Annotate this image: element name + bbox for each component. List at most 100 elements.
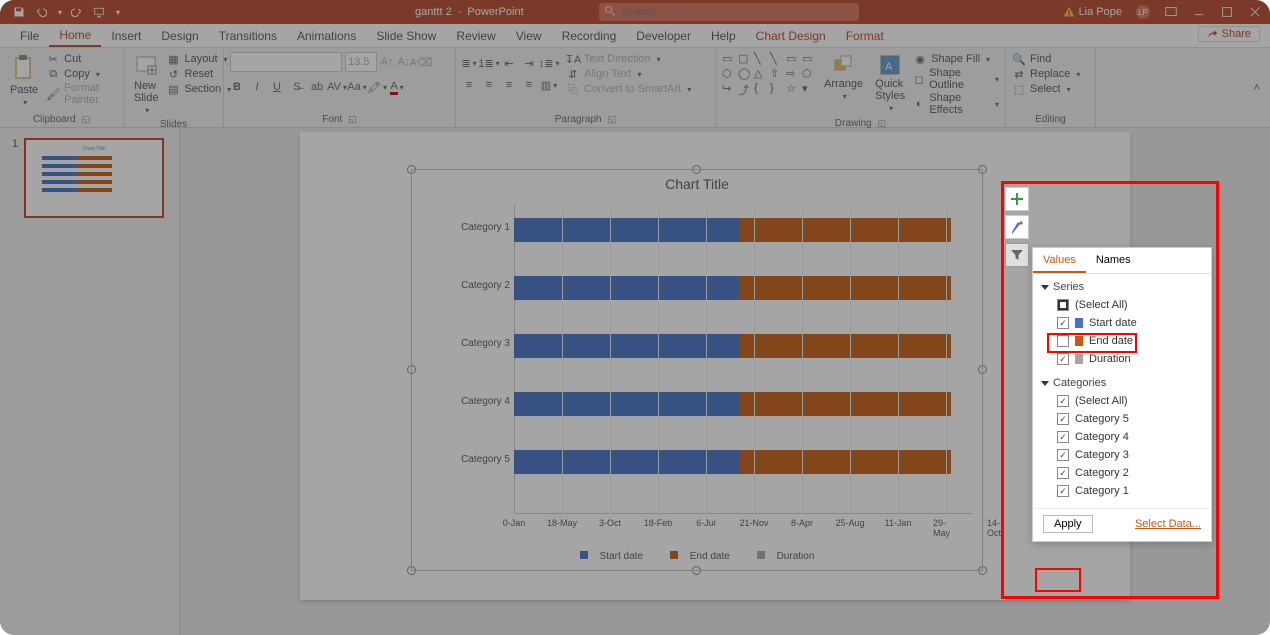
indent-inc-icon[interactable]: ⇥ (522, 56, 536, 70)
chart-plot-area[interactable]: Category 1 Category 2 Category 3 Categor… (454, 204, 972, 514)
chart-styles-button[interactable] (1005, 215, 1029, 239)
tab-insert[interactable]: Insert (101, 25, 151, 47)
underline-icon[interactable]: U (270, 80, 284, 94)
cut-button[interactable]: ✂Cut (46, 52, 117, 66)
tab-transitions[interactable]: Transitions (209, 25, 287, 47)
align-right-icon[interactable]: ≡ (502, 78, 516, 92)
tab-file[interactable]: File (10, 25, 49, 47)
filter-cat-1[interactable]: Category 1 (1041, 482, 1203, 500)
paragraph-launcher[interactable]: ◱ (608, 114, 617, 125)
new-slide-button[interactable]: New Slide▾ (130, 52, 162, 117)
filter-tab-names[interactable]: Names (1086, 248, 1141, 273)
share-button[interactable]: Share (1198, 26, 1260, 42)
quick-styles-button[interactable]: AQuick Styles▾ (871, 52, 909, 115)
sync-warning[interactable]: Lia Pope (1063, 6, 1122, 18)
columns-icon[interactable]: ▥▾ (542, 78, 556, 92)
y-label-cat5: Category 5 (454, 454, 510, 465)
tab-home[interactable]: Home (49, 24, 101, 47)
layout-button[interactable]: ▦Layout▾ (166, 52, 231, 66)
font-color-icon[interactable]: A▾ (390, 80, 404, 94)
chart-legend[interactable]: Start date End date Duration (412, 551, 982, 562)
select-button[interactable]: ⬚Select▾ (1012, 82, 1080, 96)
filter-cat-3[interactable]: Category 3 (1041, 446, 1203, 464)
italic-icon[interactable]: I (250, 80, 264, 94)
filter-apply-button[interactable]: Apply (1043, 515, 1093, 533)
slide-thumbnail-1[interactable]: Chart Title (24, 138, 164, 218)
tab-format[interactable]: Format (836, 25, 894, 47)
reset-button[interactable]: ↺Reset (166, 67, 231, 81)
strike-icon[interactable]: S̶ (290, 80, 304, 94)
find-button[interactable]: 🔍Find (1012, 52, 1080, 66)
grow-font-icon[interactable]: A↑ (380, 55, 394, 69)
shadow-icon[interactable]: ab (310, 80, 324, 94)
replace-icon: ⇄ (1012, 67, 1026, 81)
bullets-icon[interactable]: ≣▾ (462, 56, 476, 70)
bold-icon[interactable]: B (230, 80, 244, 94)
justify-icon[interactable]: ≡ (522, 78, 536, 92)
filter-cat-2[interactable]: Category 2 (1041, 464, 1203, 482)
tab-slideshow[interactable]: Slide Show (366, 25, 446, 47)
font-launcher[interactable]: ◱ (348, 114, 357, 125)
font-size-combo[interactable] (345, 52, 377, 72)
filter-cat-select-all[interactable]: (Select All) (1041, 392, 1203, 410)
tab-animations[interactable]: Animations (287, 25, 366, 47)
tab-view[interactable]: View (506, 25, 552, 47)
shape-effects-button[interactable]: ◐Shape Effects▾ (913, 92, 999, 116)
clipboard-launcher[interactable]: ◱ (82, 114, 91, 125)
indent-dec-icon[interactable]: ⇤ (502, 56, 516, 70)
chart-object[interactable]: Chart Title Category 1 Category 2 Catego… (412, 170, 982, 570)
ribbon-mode-icon[interactable] (1164, 5, 1178, 19)
convert-smartart-button[interactable]: ⿻Convert to SmartArt▾ (566, 82, 691, 96)
spacing-icon[interactable]: AV▾ (330, 80, 344, 94)
replace-button[interactable]: ⇄Replace▾ (1012, 67, 1080, 81)
case-icon[interactable]: Aa▾ (350, 80, 364, 94)
highlight-icon[interactable]: 🖍▾ (370, 80, 384, 94)
align-left-icon[interactable]: ≡ (462, 78, 476, 92)
slideshow-start-icon[interactable] (92, 5, 106, 19)
arrange-button[interactable]: Arrange▾ (820, 52, 867, 103)
tab-review[interactable]: Review (446, 25, 505, 47)
chart-filters-button[interactable] (1005, 243, 1029, 267)
redo-icon[interactable] (70, 5, 84, 19)
filter-cat-5[interactable]: Category 5 (1041, 410, 1203, 428)
align-center-icon[interactable]: ≡ (482, 78, 496, 92)
tab-help[interactable]: Help (701, 25, 746, 47)
tab-developer[interactable]: Developer (626, 25, 701, 47)
save-icon[interactable] (12, 5, 26, 19)
close-icon[interactable] (1248, 5, 1262, 19)
undo-icon[interactable] (34, 5, 48, 19)
filter-series-start-date[interactable]: Start date (1041, 314, 1203, 332)
tab-recording[interactable]: Recording (552, 25, 627, 47)
numbering-icon[interactable]: 1≣▾ (482, 56, 496, 70)
filter-series-header[interactable]: Series (1041, 278, 1203, 296)
clear-format-icon[interactable]: A⌫ (414, 55, 428, 69)
filter-series-end-date[interactable]: End date (1041, 332, 1203, 350)
filter-series-select-all[interactable]: (Select All) (1041, 296, 1203, 314)
filter-series-duration[interactable]: Duration (1041, 350, 1203, 368)
collapse-ribbon-icon[interactable]: ˄ (1250, 81, 1264, 95)
search-input[interactable] (599, 3, 859, 21)
brush-icon: 🖌 (46, 87, 60, 101)
paste-button[interactable]: Paste▾ (6, 52, 42, 109)
maximize-icon[interactable] (1220, 5, 1234, 19)
text-direction-button[interactable]: ↧AText Direction▾ (566, 52, 691, 66)
avatar[interactable]: LP (1136, 5, 1150, 19)
minimize-icon[interactable] (1192, 5, 1206, 19)
format-painter-button[interactable]: 🖌Format Painter (46, 82, 117, 106)
font-family-combo[interactable] (230, 52, 342, 72)
user-name: Lia Pope (1079, 6, 1122, 18)
line-spacing-icon[interactable]: ↕≣▾ (542, 56, 556, 70)
filter-categories-header[interactable]: Categories (1041, 374, 1203, 392)
tab-design[interactable]: Design (151, 25, 208, 47)
select-data-link[interactable]: Select Data... (1135, 518, 1201, 530)
chart-elements-button[interactable] (1005, 187, 1029, 211)
section-button[interactable]: ▤Section▾ (166, 82, 231, 96)
shapes-gallery[interactable]: ▭▢╲╲▭▭ ⬡◯△⇧⇨⬠ ↪⤴{}☆▾ (722, 52, 816, 98)
filter-tab-values[interactable]: Values (1033, 248, 1086, 273)
tab-chart-design[interactable]: Chart Design (746, 25, 836, 47)
align-text-button[interactable]: ⇵Align Text▾ (566, 67, 691, 81)
copy-button[interactable]: ⧉Copy▾ (46, 67, 117, 81)
shape-outline-button[interactable]: ◻Shape Outline▾ (913, 67, 999, 91)
filter-cat-4[interactable]: Category 4 (1041, 428, 1203, 446)
shape-fill-button[interactable]: ◉Shape Fill▾ (913, 52, 999, 66)
